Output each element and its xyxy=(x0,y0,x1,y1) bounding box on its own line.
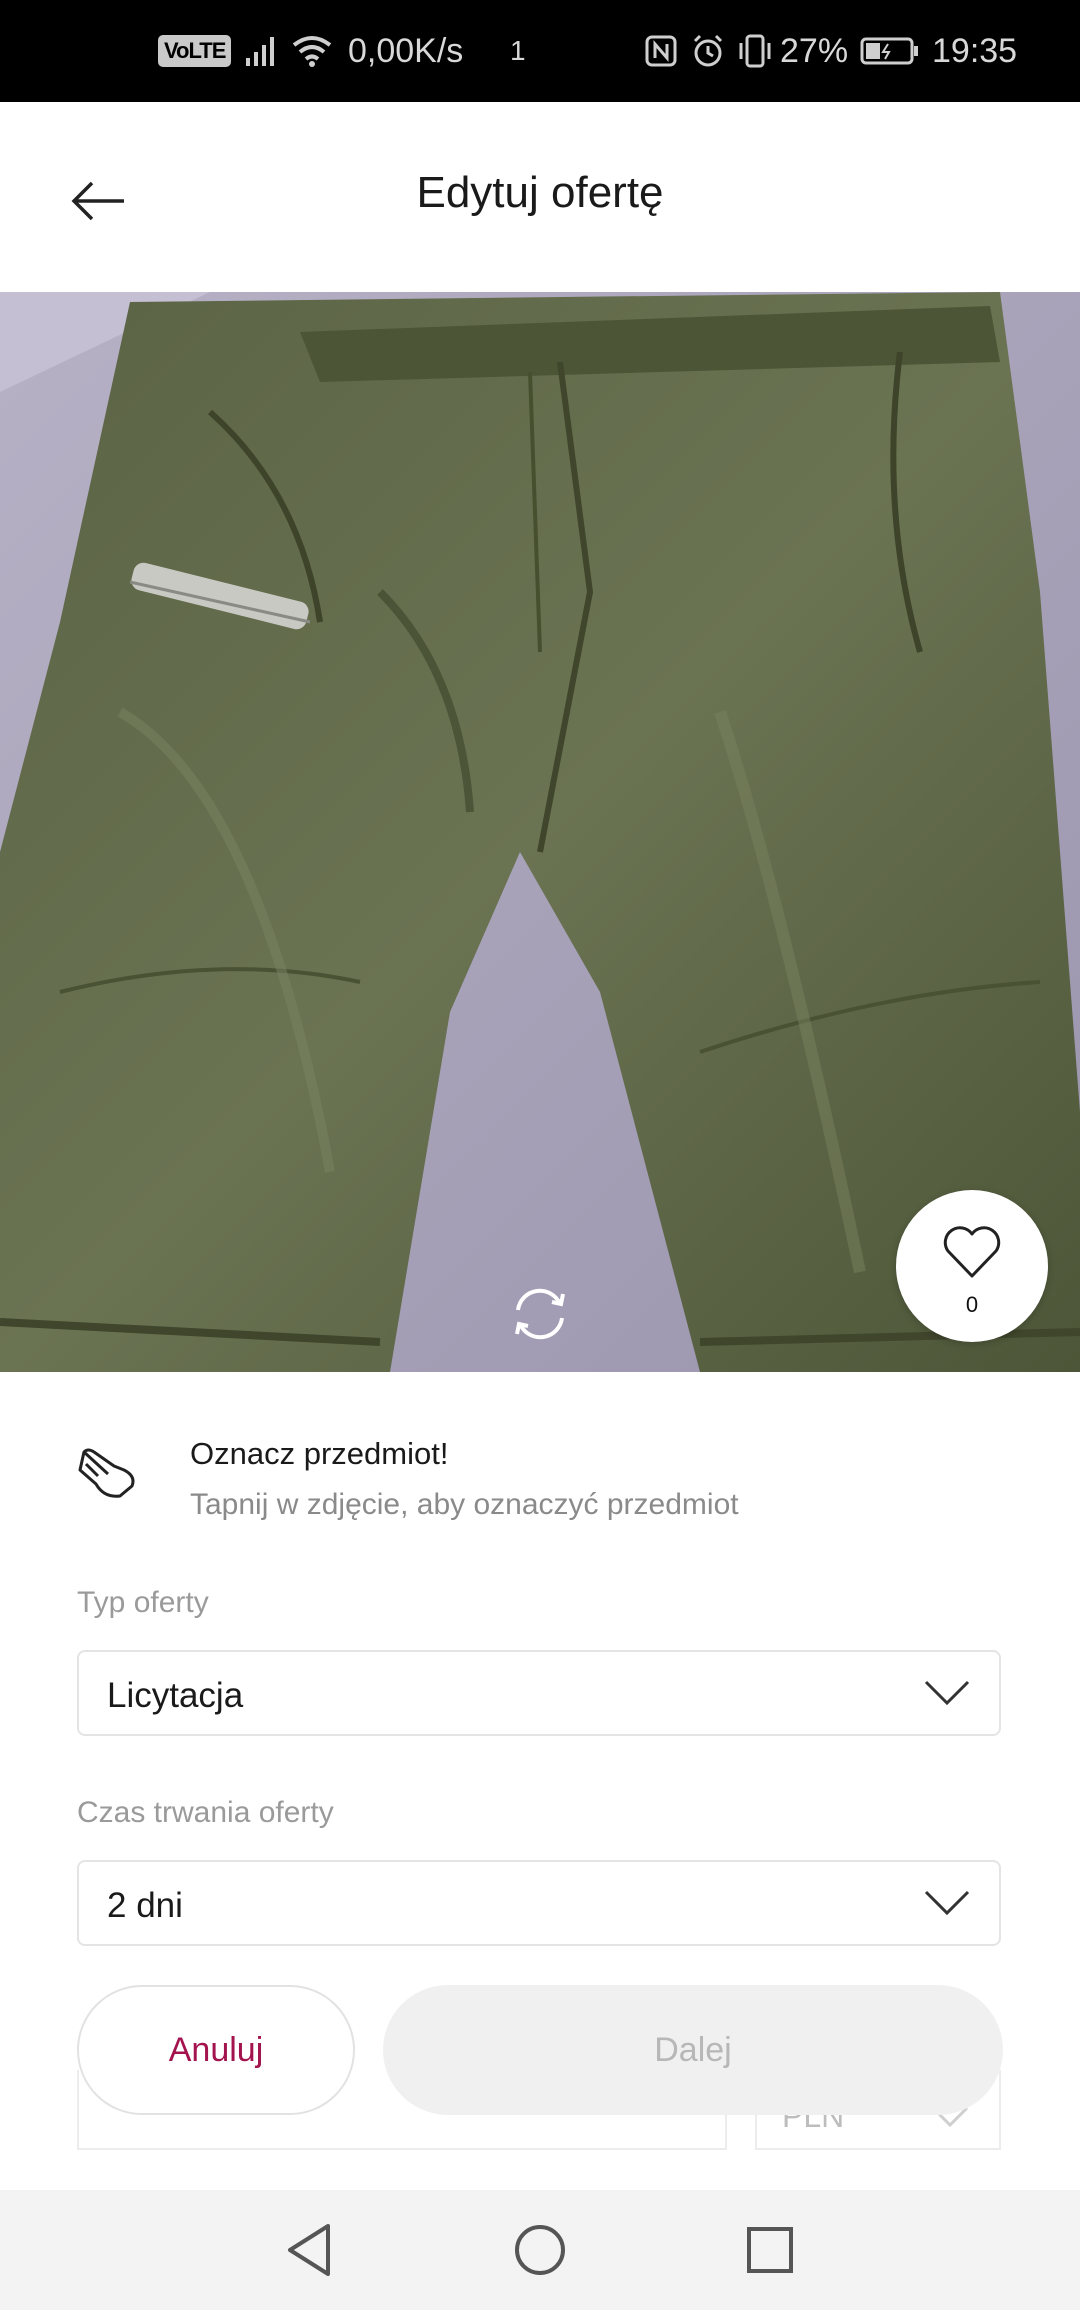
like-button[interactable]: 0 xyxy=(896,1190,1048,1342)
duration-value: 2 dni xyxy=(107,1886,183,1925)
nav-back-icon[interactable] xyxy=(278,2218,342,2282)
nav-home-icon[interactable] xyxy=(508,2218,572,2282)
duration-label: Czas trwania oferty xyxy=(77,1796,334,1829)
tag-hint-description: Tapnij w zdjęcie, aby oznaczyć przedmiot xyxy=(190,1488,739,1521)
battery-percent: 27% xyxy=(780,31,849,70)
tag-hint-title: Oznacz przedmiot! xyxy=(190,1436,449,1471)
rotate-photo-button[interactable] xyxy=(506,1280,574,1348)
volte-indicator: VoLTE xyxy=(158,0,232,102)
nav-recents-icon[interactable] xyxy=(738,2218,802,2282)
chevron-down-icon xyxy=(924,1680,970,1706)
hand-pointer-icon xyxy=(74,1446,140,1506)
signal-icon xyxy=(244,0,278,102)
alarm-icon xyxy=(690,0,726,102)
network-speed: 0,00K/s xyxy=(348,31,464,70)
duration-select[interactable]: 2 dni xyxy=(77,1860,1001,1946)
product-photo[interactable] xyxy=(0,292,1080,1372)
system-nav-bar xyxy=(0,2190,1080,2310)
offer-type-value: Licytacja xyxy=(107,1676,244,1715)
wifi-icon xyxy=(290,0,334,102)
nfc-icon xyxy=(644,0,678,102)
vibrate-icon xyxy=(736,0,774,102)
next-button[interactable]: Dalej xyxy=(383,1985,1003,2115)
heart-outline-icon xyxy=(943,1226,1001,1278)
chevron-down-icon xyxy=(924,1890,970,1916)
page-title: Edytuj ofertę xyxy=(416,168,664,217)
like-count: 0 xyxy=(965,1292,979,1317)
app-header: Edytuj ofertę xyxy=(0,102,1080,292)
battery-icon xyxy=(860,0,920,102)
offer-type-label: Typ oferty xyxy=(77,1586,209,1619)
cancel-button[interactable]: Anuluj xyxy=(77,1985,355,2115)
offer-type-select[interactable]: Licytacja xyxy=(77,1650,1001,1736)
pants-image xyxy=(0,292,1080,1372)
notification-count: 1 xyxy=(510,35,526,66)
clock: 19:35 xyxy=(932,31,1018,70)
status-bar: VoLTE 0,00K/s 1 27% 19:35 xyxy=(0,0,1080,102)
rotate-icon xyxy=(515,1288,565,1340)
